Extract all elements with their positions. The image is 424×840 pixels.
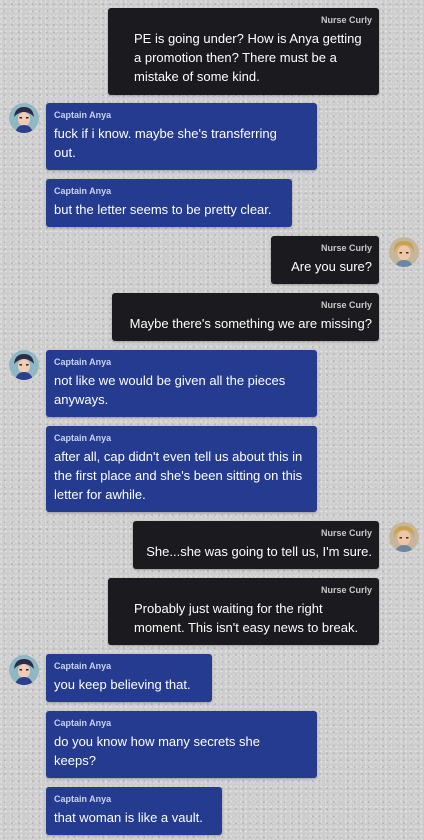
message-text: Are you sure? <box>291 259 372 274</box>
message-sender: Nurse Curly <box>320 528 372 538</box>
nurse-curly-avatar-icon <box>389 237 419 267</box>
message-text: She...she was going to tell us, I'm sure… <box>146 544 372 559</box>
message-bubble: Nurse Curly Are you sure? <box>271 236 379 284</box>
message-bubble: Captain Anya not like we would be given … <box>46 350 317 417</box>
message-sender: Nurse Curly <box>320 15 372 25</box>
message-sender: Nurse Curly <box>320 585 372 595</box>
message-sender: Captain Anya <box>54 718 112 728</box>
message-bubble: Nurse Curly PE is going under? How is An… <box>108 8 379 95</box>
message-text: but the letter seems to be pretty clear. <box>54 202 272 217</box>
message-text: Probably just waiting for the right mome… <box>134 601 359 635</box>
message-text: do you know how many secrets she keeps? <box>54 734 260 768</box>
message-bubble: Captain Anya that woman is like a vault. <box>46 787 222 835</box>
captain-anya-avatar-icon <box>9 103 39 133</box>
message-sender: Captain Anya <box>54 357 112 367</box>
message-bubble: Nurse Curly She...she was going to tell … <box>133 521 379 569</box>
message-text: after all, cap didn't even tell us about… <box>54 449 303 502</box>
message-bubble: Captain Anya you keep believing that. <box>46 654 212 702</box>
message-text: not like we would be given all the piece… <box>54 373 286 407</box>
message-sender: Captain Anya <box>54 794 112 804</box>
message-sender: Captain Anya <box>54 110 112 120</box>
message-sender: Nurse Curly <box>320 243 372 253</box>
message-bubble: Nurse Curly Probably just waiting for th… <box>108 578 379 645</box>
nurse-curly-avatar-icon <box>389 522 419 552</box>
message-sender: Captain Anya <box>54 433 112 443</box>
message-text: you keep believing that. <box>54 677 191 692</box>
captain-anya-avatar-icon <box>9 350 39 380</box>
message-text: fuck if i know. maybe she's transferring… <box>54 126 277 160</box>
message-sender: Captain Anya <box>54 186 112 196</box>
message-bubble: Captain Anya do you know how many secret… <box>46 711 317 778</box>
message-text: Maybe there's something we are missing? <box>129 316 372 331</box>
message-text: that woman is like a vault. <box>54 810 203 825</box>
message-bubble: Captain Anya fuck if i know. maybe she's… <box>46 103 317 170</box>
message-text: PE is going under? How is Anya getting a… <box>134 31 362 84</box>
message-bubble: Nurse Curly Maybe there's something we a… <box>112 293 379 341</box>
message-sender: Captain Anya <box>54 661 112 671</box>
message-bubble: Captain Anya after all, cap didn't even … <box>46 426 317 512</box>
message-bubble: Captain Anya but the letter seems to be … <box>46 179 292 227</box>
message-sender: Nurse Curly <box>320 300 372 310</box>
captain-anya-avatar-icon <box>9 655 39 685</box>
